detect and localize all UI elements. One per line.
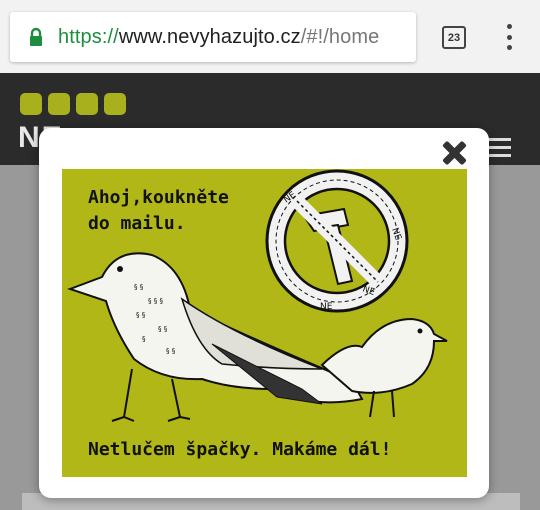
- svg-text:§ § §: § § §: [148, 297, 163, 305]
- url-scheme: https://: [58, 25, 119, 48]
- logo-icons[interactable]: [20, 93, 126, 115]
- close-icon[interactable]: [441, 140, 467, 166]
- url-path: /#!/home: [300, 25, 380, 48]
- stamp-graphic: NE NE NE NE: [265, 169, 409, 313]
- url-host: www.nevyhazujto.cz: [118, 25, 301, 48]
- lock-icon: [26, 27, 46, 47]
- tab-switcher-button[interactable]: 23: [442, 26, 466, 49]
- browser-toolbar: https://www.nevyhazujto.cz/#!/home 23: [0, 0, 540, 73]
- binoculars-icon: [20, 93, 42, 115]
- svg-text:§: §: [142, 335, 146, 343]
- url-text[interactable]: https://www.nevyhazujto.cz/#!/home: [58, 26, 379, 49]
- svg-text:§ §: § §: [134, 283, 144, 291]
- promo-footer: Netlučem špačky. Makáme dál!: [88, 439, 392, 460]
- promo-line-1: Ahoj,koukněte: [88, 187, 229, 208]
- promo-line-2: do mailu.: [88, 213, 186, 234]
- address-bar[interactable]: https://www.nevyhazujto.cz/#!/home: [10, 12, 416, 62]
- browser-menu-icon[interactable]: [502, 24, 516, 50]
- svg-text:§ §: § §: [158, 325, 168, 333]
- armchair-icon: [76, 93, 98, 115]
- svg-text:§ §: § §: [136, 311, 146, 319]
- svg-text:§ §: § §: [166, 347, 176, 355]
- headphones-icon: [104, 93, 126, 115]
- promo-modal: NE NE NE NE § § § § § § § § § § § § Ahoj…: [39, 128, 489, 498]
- promo-image: NE NE NE NE § § § § § § § § § § § § Ahoj…: [62, 169, 467, 477]
- svg-text:NE: NE: [320, 302, 333, 312]
- tab-count: 23: [447, 31, 461, 44]
- building-icon: [48, 93, 70, 115]
